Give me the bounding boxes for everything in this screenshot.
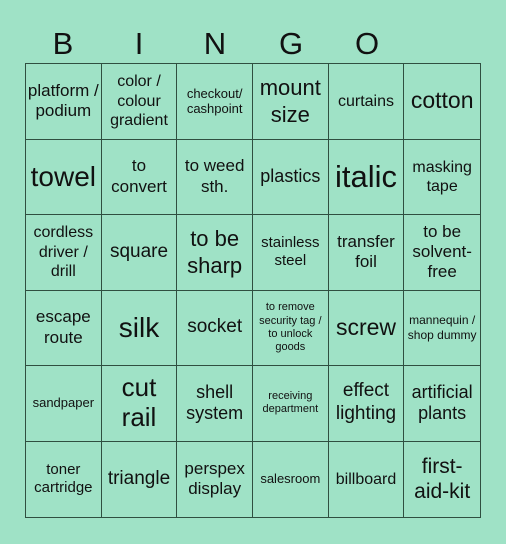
bingo-cell[interactable]: to be solvent-free (404, 215, 480, 291)
bingo-cell[interactable]: mount size (252, 64, 329, 140)
bingo-cell[interactable]: effect lighting (328, 366, 405, 442)
bingo-header: B I N G O (25, 22, 481, 64)
bingo-grid: platform / podium color / colour gradien… (25, 63, 481, 518)
bingo-cell[interactable]: salesroom (253, 441, 329, 517)
header-letter-o: O (354, 25, 380, 61)
bingo-cell[interactable]: toner cartridge (26, 441, 102, 517)
header-letter-g: G (278, 25, 304, 61)
bingo-cell[interactable]: perspex display (177, 441, 253, 517)
header-letter-i: I (134, 25, 144, 61)
bingo-cell[interactable]: shell system (177, 366, 253, 442)
bingo-cell[interactable]: towel (26, 139, 102, 215)
bingo-cell[interactable]: checkout/ cashpoint (177, 64, 253, 140)
bingo-cell[interactable]: italic (328, 139, 405, 215)
bingo-cell[interactable]: color / colour gradient (101, 64, 178, 140)
bingo-cell[interactable]: square (101, 215, 178, 291)
header-letter-blank (405, 22, 481, 64)
header-letter-n: N (203, 25, 227, 61)
bingo-cell[interactable]: curtains (328, 64, 405, 140)
bingo-cell[interactable]: silk (101, 290, 178, 366)
bingo-cell[interactable]: artificial plants (404, 366, 480, 442)
bingo-cell[interactable]: to remove security tag / to unlock goods (252, 290, 329, 366)
header-letter-b: B (52, 25, 74, 61)
bingo-cell[interactable]: sandpaper (26, 366, 102, 442)
bingo-cell[interactable]: to weed sth. (177, 139, 253, 215)
bingo-cell[interactable]: to convert (101, 139, 178, 215)
bingo-cell[interactable]: platform / podium (26, 64, 102, 140)
bingo-cell[interactable]: billboard (329, 441, 405, 517)
bingo-cell[interactable]: escape route (26, 290, 102, 366)
bingo-cell[interactable]: cotton (404, 64, 480, 140)
bingo-cell[interactable]: plastics (252, 139, 329, 215)
bingo-cell[interactable]: transfer foil (328, 215, 405, 291)
bingo-cell[interactable]: cordless driver / drill (26, 215, 102, 291)
bingo-cell[interactable]: cut rail (101, 366, 178, 442)
bingo-cell[interactable]: first-aid-kit (404, 442, 480, 518)
bingo-cell[interactable]: masking tape (404, 140, 480, 215)
bingo-cell[interactable]: triangle (102, 441, 178, 517)
bingo-cell[interactable]: screw (328, 290, 405, 366)
bingo-cell[interactable]: mannequin / shop dummy (404, 291, 480, 366)
bingo-cell[interactable]: stainless steel (252, 215, 329, 291)
bingo-cell[interactable]: receiving department (252, 366, 329, 442)
bingo-cell[interactable]: to be sharp (177, 215, 253, 291)
bingo-cell[interactable]: socket (177, 290, 253, 366)
